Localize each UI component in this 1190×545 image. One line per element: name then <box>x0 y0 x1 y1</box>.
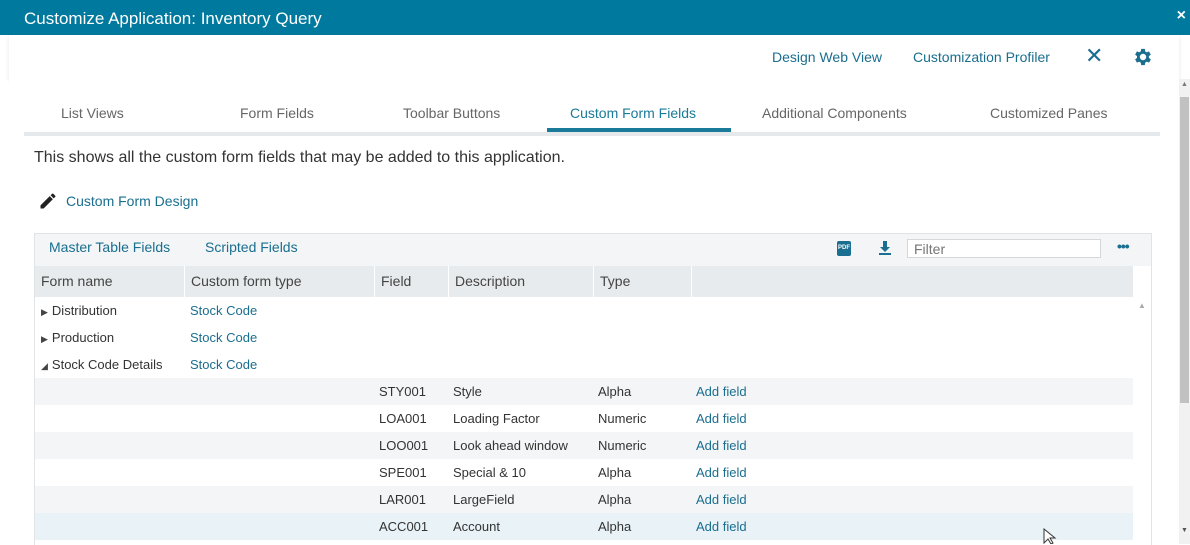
add-field-link[interactable]: Add field <box>696 492 747 507</box>
pencil-icon <box>40 193 56 209</box>
field-type: Alpha <box>598 492 632 507</box>
active-tab-indicator <box>547 128 731 132</box>
column-header-field[interactable]: Field <box>375 266 449 297</box>
scripted-fields-tab[interactable]: Scripted Fields <box>205 239 298 255</box>
column-header-type[interactable]: Type <box>594 266 692 297</box>
field-description: Look ahead window <box>453 438 568 453</box>
table-row: LOO001 Look ahead window Numeric Add fie… <box>35 432 1133 459</box>
collapsed-icon[interactable]: ▶ <box>41 334 48 344</box>
field-code: LOO001 <box>379 438 429 453</box>
window-close-icon[interactable]: × <box>1177 7 1186 25</box>
add-field-link[interactable]: Add field <box>696 411 747 426</box>
group-row-stock-code-details[interactable]: ◢ Stock Code Details Stock Code <box>35 351 1133 378</box>
close-icon[interactable]: ✕ <box>1085 43 1103 69</box>
column-header-custom-form-type[interactable]: Custom form type <box>185 266 375 297</box>
field-code: LAR001 <box>379 492 426 507</box>
tab-list-views[interactable]: List Views <box>61 105 124 121</box>
collapsed-icon[interactable]: ▶ <box>41 307 48 317</box>
pdf-export-icon[interactable]: PDF <box>837 241 851 256</box>
form-name: Production <box>51 330 115 345</box>
field-type: Numeric <box>598 411 647 426</box>
field-code: SPE001 <box>379 465 427 480</box>
table-row: STY001 Style Alpha Add field <box>35 378 1133 405</box>
scrollbar-thumb[interactable] <box>1180 97 1189 403</box>
customize-panel: List Views Form Fields Toolbar Buttons C… <box>9 79 1179 545</box>
grid-header: Form name Custom form type Field Descrip… <box>35 266 1133 297</box>
field-type: Alpha <box>598 465 632 480</box>
group-row-distribution[interactable]: ▶ Distribution Stock Code <box>35 297 1133 324</box>
add-field-link[interactable]: Add field <box>696 519 747 534</box>
design-web-view-link[interactable]: Design Web View <box>772 49 882 65</box>
tab-additional-components[interactable]: Additional Components <box>762 105 907 121</box>
header-bar: Design Web View Customization Profiler ✕ <box>9 35 1179 79</box>
form-name: Distribution <box>51 303 117 318</box>
custom-form-type-link[interactable]: Stock Code <box>190 303 257 318</box>
custom-fields-grid: Master Table Fields Scripted Fields PDF … <box>34 233 1152 545</box>
scroll-down-icon[interactable]: ▼ <box>1181 527 1188 534</box>
master-table-fields-tab[interactable]: Master Table Fields <box>49 239 170 255</box>
page-description: This shows all the custom form fields th… <box>34 149 565 166</box>
add-field-link[interactable]: Add field <box>696 384 747 399</box>
tab-custom-form-fields[interactable]: Custom Form Fields <box>570 105 696 121</box>
more-options-icon[interactable]: ••• <box>1117 238 1130 254</box>
custom-form-design-label: Custom Form Design <box>66 193 199 209</box>
tab-form-fields[interactable]: Form Fields <box>240 105 314 121</box>
field-code: ACC001 <box>379 519 429 534</box>
download-icon[interactable] <box>878 240 892 256</box>
field-description: Loading Factor <box>453 411 540 426</box>
window-title: Customize Application: Inventory Query <box>24 9 322 28</box>
column-header-description[interactable]: Description <box>449 266 594 297</box>
add-field-link[interactable]: Add field <box>696 438 747 453</box>
field-code: LOA001 <box>379 411 427 426</box>
window-titlebar: Customize Application: Inventory Query × <box>0 0 1190 35</box>
field-type: Alpha <box>598 384 632 399</box>
tab-strip: List Views Form Fields Toolbar Buttons C… <box>24 99 1160 136</box>
field-description: Special & 10 <box>453 465 526 480</box>
custom-form-type-link[interactable]: Stock Code <box>190 330 257 345</box>
column-header-form-name[interactable]: Form name <box>35 266 185 297</box>
grid-toolbar: Master Table Fields Scripted Fields PDF … <box>35 234 1151 266</box>
gear-icon[interactable] <box>1132 46 1154 68</box>
add-field-link[interactable]: Add field <box>696 465 747 480</box>
tab-toolbar-buttons[interactable]: Toolbar Buttons <box>403 105 500 121</box>
field-description: Account <box>453 519 500 534</box>
table-row: LOA001 Loading Factor Numeric Add field <box>35 405 1133 432</box>
scroll-up-icon[interactable]: ▲ <box>1138 301 1146 310</box>
filter-input[interactable] <box>907 239 1101 258</box>
field-description: Style <box>453 384 482 399</box>
tab-customized-panes[interactable]: Customized Panes <box>990 105 1108 121</box>
form-name: Stock Code Details <box>51 357 163 372</box>
table-row: LAR001 LargeField Alpha Add field <box>35 486 1133 513</box>
field-code: STY001 <box>379 384 426 399</box>
mouse-cursor-icon <box>1043 528 1057 544</box>
scroll-up-icon[interactable]: ▲ <box>1181 81 1188 88</box>
field-description: LargeField <box>453 492 515 507</box>
customization-profiler-link[interactable]: Customization Profiler <box>913 49 1050 65</box>
expanded-icon[interactable]: ◢ <box>41 361 48 371</box>
group-row-production[interactable]: ▶ Production Stock Code <box>35 324 1133 351</box>
custom-form-type-link[interactable]: Stock Code <box>190 357 257 372</box>
field-type: Numeric <box>598 438 647 453</box>
grid-scrollbar[interactable]: ▲ <box>1133 297 1151 545</box>
panel-scrollbar[interactable]: ▲ ▼ <box>1179 79 1190 544</box>
field-type: Alpha <box>598 519 632 534</box>
table-row: SPE001 Special & 10 Alpha Add field <box>35 459 1133 486</box>
table-row: ACC001 Account Alpha Add field <box>35 513 1133 540</box>
